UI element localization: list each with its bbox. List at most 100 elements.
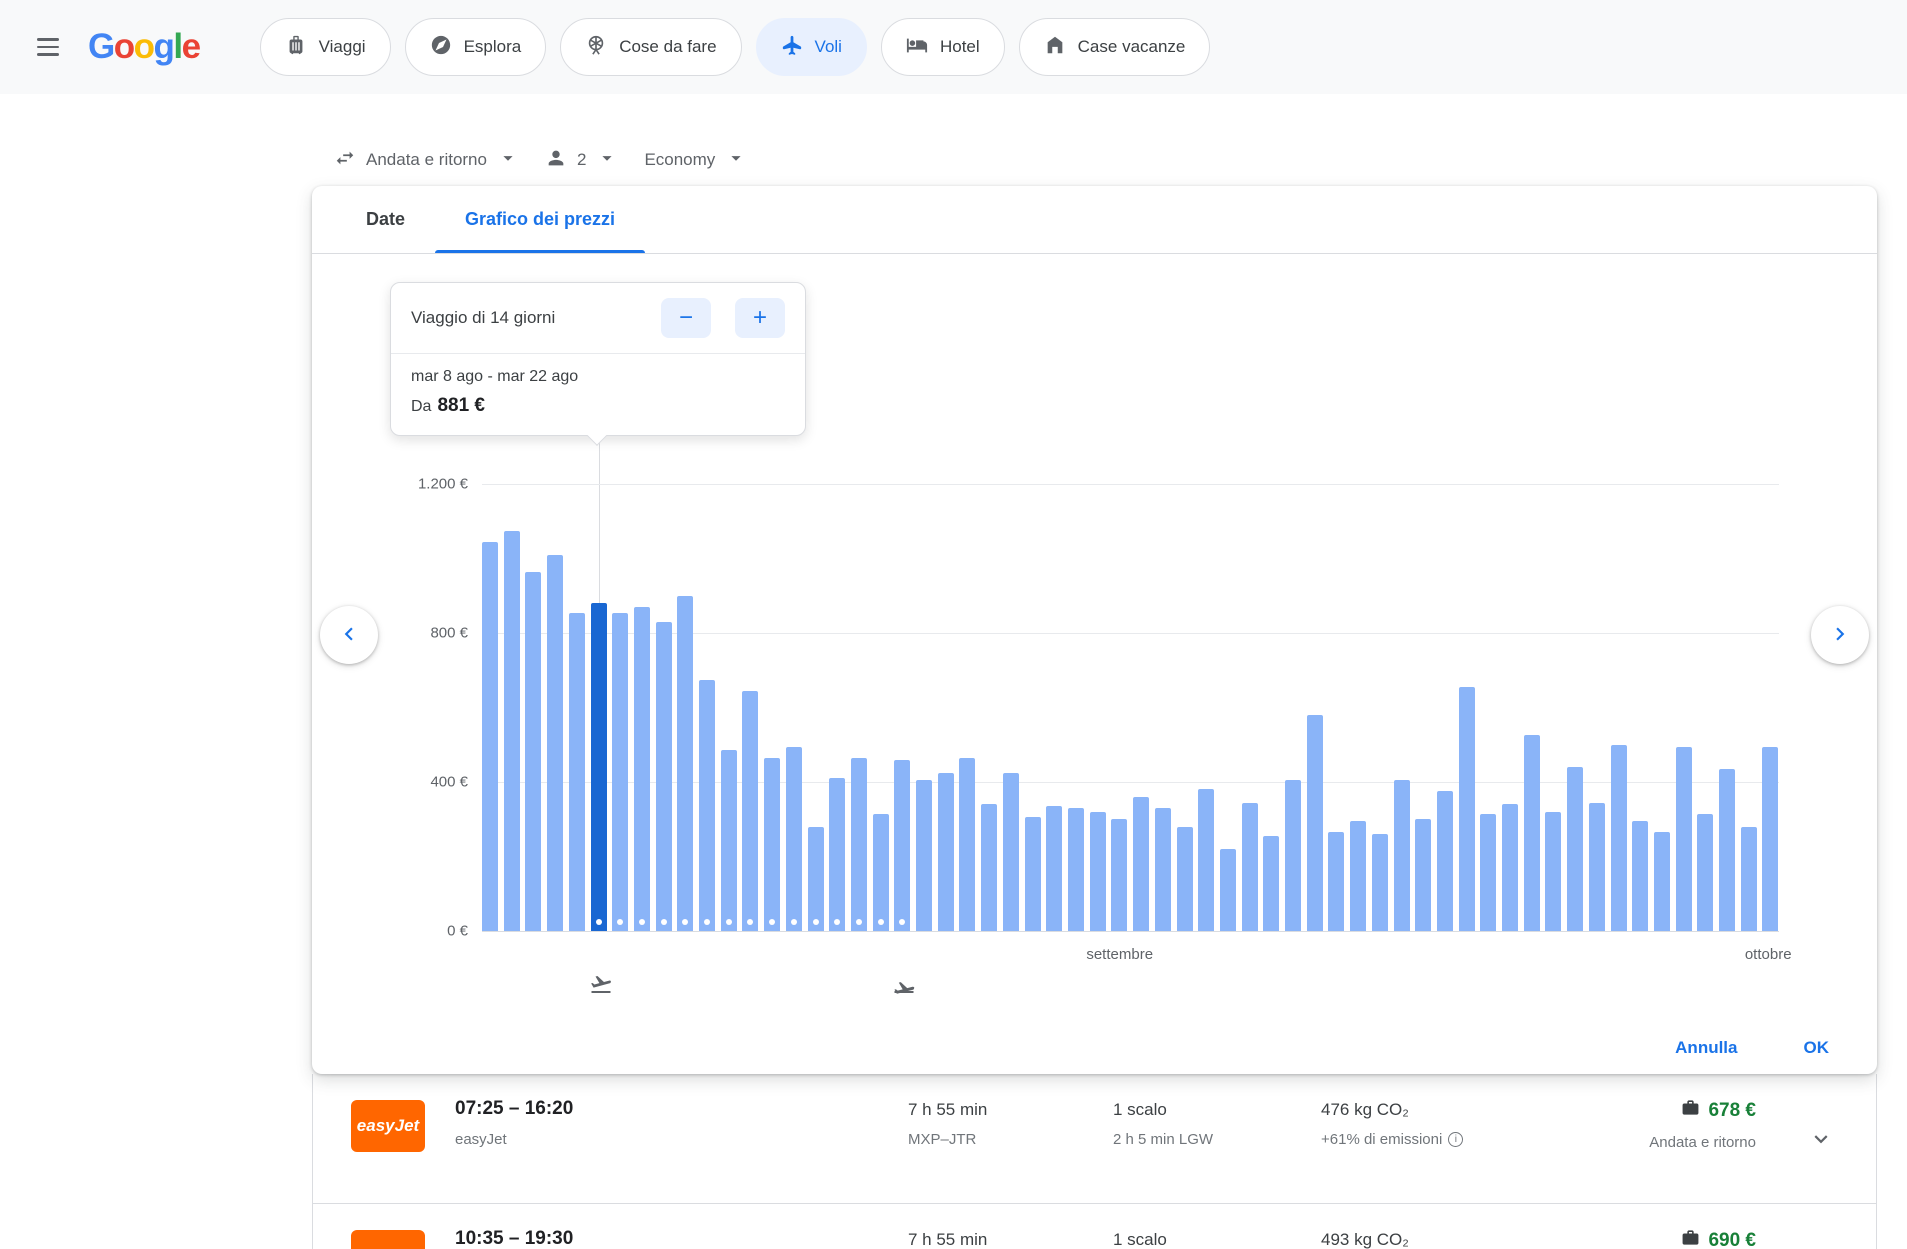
price-bar[interactable]: [1068, 808, 1084, 931]
nav-pill-label: Viaggi: [319, 37, 366, 57]
price-bar[interactable]: [721, 750, 737, 931]
flight-result-row[interactable]: easyJet 07:25 – 16:20 easyJet 7 h 55 min…: [313, 1074, 1876, 1204]
dialog-tabs: Date Grafico dei prezzi: [312, 186, 1877, 254]
price-bar[interactable]: [1524, 735, 1540, 931]
price-bar[interactable]: [1046, 806, 1062, 931]
price-bar[interactable]: [786, 747, 802, 931]
hamburger-menu-icon[interactable]: [24, 23, 72, 71]
price-bar[interactable]: [938, 773, 954, 931]
price-bar[interactable]: [699, 680, 715, 931]
ok-button[interactable]: OK: [1804, 1038, 1830, 1058]
trip-type-select[interactable]: Andata e ritorno: [324, 147, 529, 174]
price-bar[interactable]: [504, 531, 520, 931]
price-bar[interactable]: [1741, 827, 1757, 931]
next-dates-button[interactable]: [1811, 606, 1869, 664]
price-bar[interactable]: [851, 758, 867, 931]
price-bar[interactable]: [482, 542, 498, 931]
price-bar[interactable]: [1676, 747, 1692, 931]
price-bar[interactable]: [981, 804, 997, 931]
price-bar[interactable]: [829, 778, 845, 931]
price-bar[interactable]: [1589, 803, 1605, 932]
price-bar[interactable]: [1155, 808, 1171, 931]
price-bar[interactable]: [1242, 803, 1258, 932]
price-bar[interactable]: [959, 758, 975, 931]
price-bar[interactable]: [1285, 780, 1301, 931]
price-bar[interactable]: [742, 691, 758, 931]
flight-duration: 7 h 55 min: [908, 1100, 987, 1120]
price-bar[interactable]: [612, 613, 628, 931]
chart-bars: [482, 484, 1779, 931]
selected-range-dot: [769, 919, 775, 925]
price-bar[interactable]: [1502, 804, 1518, 931]
decrease-days-button[interactable]: −: [661, 298, 711, 338]
price-bar[interactable]: [1133, 797, 1149, 931]
price-bar[interactable]: [1654, 832, 1670, 931]
price-bar[interactable]: [1762, 747, 1778, 931]
tab-grafico-dei-prezzi[interactable]: Grafico dei prezzi: [435, 186, 645, 253]
nav-pill-hotel[interactable]: Hotel: [881, 18, 1005, 76]
nav-pill-voli[interactable]: Voli: [756, 18, 867, 76]
price-bar[interactable]: [1415, 819, 1431, 931]
price-bar[interactable]: [525, 572, 541, 931]
cancel-button[interactable]: Annulla: [1675, 1038, 1737, 1058]
price-bar[interactable]: [808, 827, 824, 931]
price-bar[interactable]: [1307, 715, 1323, 931]
date-price-dialog: Date Grafico dei prezzi Viaggio di 14 gi…: [312, 186, 1877, 1074]
price-bar[interactable]: [634, 607, 650, 931]
tab-date[interactable]: Date: [336, 186, 435, 253]
nav-pill-viaggi[interactable]: Viaggi: [260, 18, 391, 76]
price-bar[interactable]: [1328, 832, 1344, 931]
nav-pill-esplora[interactable]: Esplora: [405, 18, 547, 76]
price-bar[interactable]: [1632, 821, 1648, 931]
price-bar[interactable]: [677, 596, 693, 931]
price-bar[interactable]: [1480, 814, 1496, 931]
price-bar[interactable]: [1459, 687, 1475, 931]
price-column: 678 € Andata e ritorno: [1649, 1098, 1756, 1151]
price-bar[interactable]: [1611, 745, 1627, 931]
increase-days-button[interactable]: +: [735, 298, 785, 338]
price-bar[interactable]: [1025, 817, 1041, 931]
price-bar[interactable]: [569, 613, 585, 931]
price-bar[interactable]: [916, 780, 932, 931]
price-bar[interactable]: [1177, 827, 1193, 931]
price-bar[interactable]: [1545, 812, 1561, 931]
y-axis-tick: 400 €: [364, 774, 468, 791]
price-bar[interactable]: [1111, 819, 1127, 931]
price-bar[interactable]: [547, 555, 563, 931]
price-bar[interactable]: [1372, 834, 1388, 931]
price-bar[interactable]: [1719, 769, 1735, 931]
nav-pill-case-vacanze[interactable]: Case vacanze: [1019, 18, 1211, 76]
price-bar[interactable]: [1090, 812, 1106, 931]
cabin-class-select[interactable]: Economy: [634, 147, 757, 174]
price-bar[interactable]: [764, 758, 780, 931]
price-bar[interactable]: [894, 760, 910, 931]
price-bar[interactable]: [591, 603, 607, 931]
price-bar[interactable]: [1697, 814, 1713, 931]
price-bar[interactable]: [1003, 773, 1019, 931]
selected-range-dot: [878, 919, 884, 925]
logo-letter: o: [134, 27, 154, 66]
flight-land-icon: [892, 972, 916, 1001]
baggage-icon: [1681, 1228, 1700, 1249]
price-bar[interactable]: [1437, 791, 1453, 931]
cabin-class-value: Economy: [644, 150, 715, 170]
expand-flight-button[interactable]: [1808, 1126, 1834, 1155]
price-bar[interactable]: [873, 814, 889, 931]
nav-pill-cose-da-fare[interactable]: Cose da fare: [560, 18, 741, 76]
price-bar[interactable]: [1567, 767, 1583, 931]
price-bar[interactable]: [656, 622, 672, 931]
passengers-select[interactable]: 2: [535, 147, 628, 174]
price-bar[interactable]: [1198, 789, 1214, 931]
price-bar[interactable]: [1220, 849, 1236, 931]
price-bar[interactable]: [1263, 836, 1279, 931]
previous-dates-button[interactable]: [320, 606, 378, 664]
google-logo[interactable]: Google: [88, 27, 200, 67]
info-icon[interactable]: i: [1448, 1132, 1463, 1147]
price-prefix: Da: [411, 398, 431, 415]
selected-range-dot: [747, 919, 753, 925]
price-bar[interactable]: [1350, 821, 1366, 931]
flight-result-row[interactable]: easyJet 10:35 – 19:30 7 h 55 min 1 scalo…: [313, 1204, 1876, 1249]
price-bar[interactable]: [1394, 780, 1410, 931]
passengers-count: 2: [577, 150, 586, 170]
flight-times-column: 10:35 – 19:30: [455, 1228, 573, 1249]
